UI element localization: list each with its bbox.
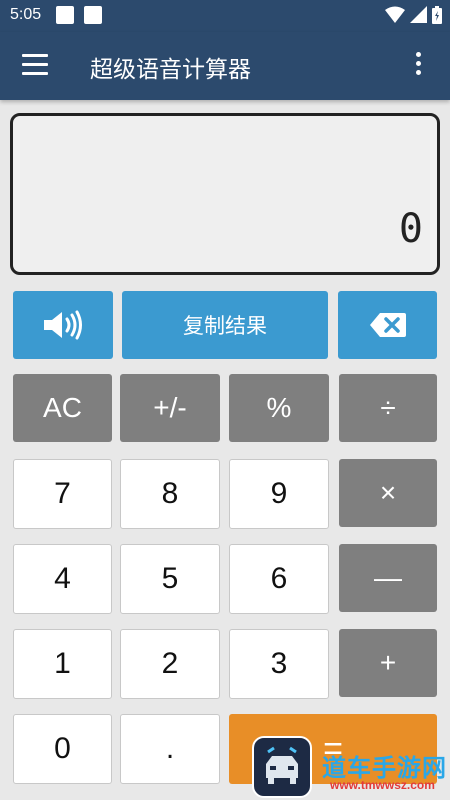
more-options-icon[interactable] (410, 52, 426, 80)
digit-9-button[interactable]: 9 (229, 459, 329, 529)
plus-minus-button[interactable]: +/- (120, 374, 220, 442)
app-title: 超级语音计算器 (90, 57, 251, 83)
copy-result-button[interactable]: 复制结果 (122, 291, 328, 359)
status-time: 5:05 (10, 6, 42, 23)
notification-icon (84, 6, 102, 24)
digit-3-button[interactable]: 3 (229, 629, 329, 699)
notification-icon (56, 6, 74, 24)
speaker-button[interactable] (13, 291, 113, 359)
digit-1-button[interactable]: 1 (13, 629, 112, 699)
multiply-button[interactable]: × (339, 459, 437, 527)
signal-icon (410, 6, 427, 23)
car-logo-icon (266, 746, 298, 784)
backspace-button[interactable] (338, 291, 437, 359)
digit-2-button[interactable]: 2 (120, 629, 220, 699)
divide-button[interactable]: ÷ (339, 374, 437, 442)
digit-5-button[interactable]: 5 (120, 544, 220, 614)
watermark-url: www.tmwwsz.com (330, 778, 435, 792)
digit-7-button[interactable]: 7 (13, 459, 112, 529)
digit-6-button[interactable]: 6 (229, 544, 329, 614)
display-value: 0 (398, 206, 425, 252)
battery-icon (432, 6, 442, 24)
percent-button[interactable]: % (229, 374, 329, 442)
plus-button[interactable]: + (339, 629, 437, 697)
app-bar: 超级语音计算器 (0, 32, 450, 100)
clear-button[interactable]: AC (13, 374, 112, 442)
status-bar: 5:05 (0, 0, 450, 32)
speaker-icon (44, 310, 82, 340)
menu-icon[interactable] (22, 54, 48, 76)
result-display: 0 (10, 113, 440, 275)
watermark-logo (252, 736, 312, 798)
minus-button[interactable]: — (339, 544, 437, 612)
digit-8-button[interactable]: 8 (120, 459, 220, 529)
backspace-icon (369, 313, 406, 337)
digit-0-button[interactable]: 0 (13, 714, 112, 784)
decimal-button[interactable]: . (120, 714, 220, 784)
wifi-icon (385, 6, 405, 23)
copy-result-label: 复制结果 (183, 314, 267, 338)
digit-4-button[interactable]: 4 (13, 544, 112, 614)
